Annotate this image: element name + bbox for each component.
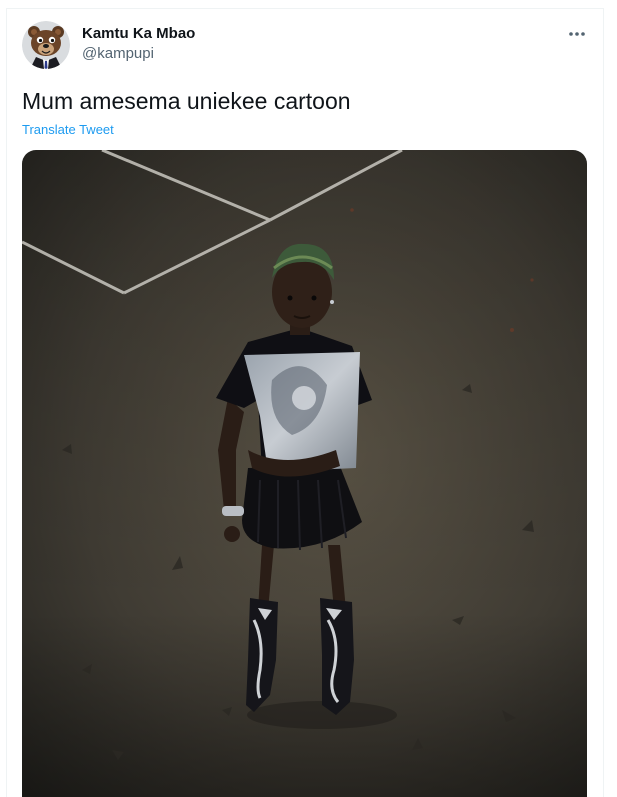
author-avatar[interactable] — [22, 21, 70, 69]
author-handle[interactable]: @kampupi — [82, 45, 154, 62]
tweet-text: Mum amesema uniekee cartoon — [22, 88, 351, 114]
more-options-button[interactable] — [566, 24, 588, 44]
translate-tweet-link[interactable]: Translate Tweet — [22, 122, 114, 137]
photo-image — [22, 150, 587, 797]
author-display-name[interactable]: Kamtu Ka Mbao — [82, 25, 195, 42]
bear-avatar-icon — [22, 21, 70, 69]
tweet-photo[interactable] — [22, 150, 587, 797]
more-dots-icon — [569, 32, 585, 36]
tweet-page: Kamtu Ka Mbao @kampupi Mum amesema uniek… — [0, 0, 617, 797]
